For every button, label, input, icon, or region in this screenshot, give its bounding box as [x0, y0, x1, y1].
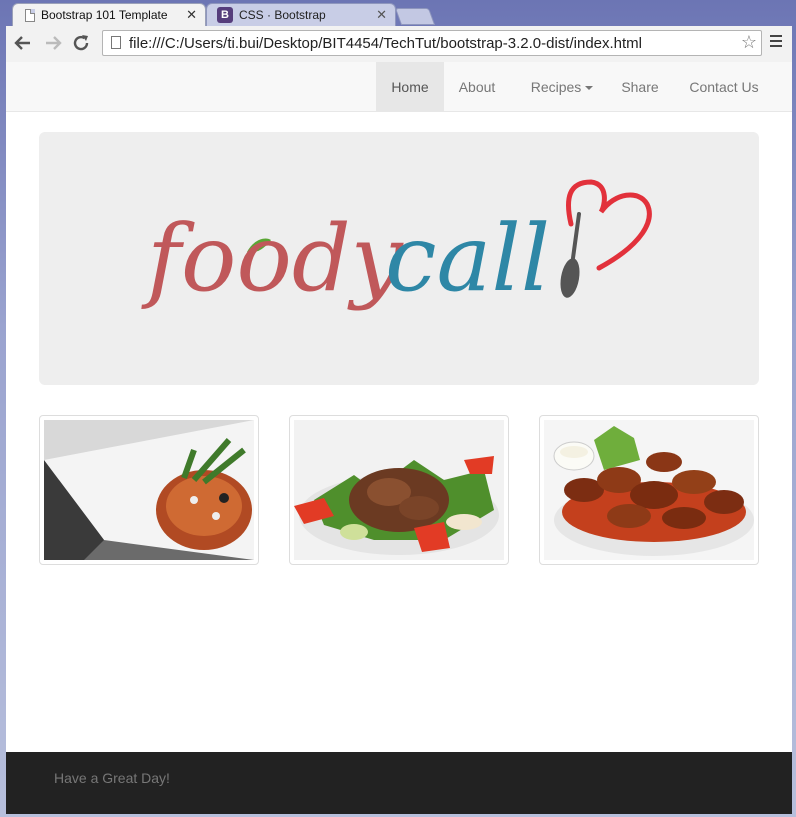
beef-salad-image — [294, 420, 504, 560]
logo-foody-text: foody — [141, 205, 404, 312]
url-text: file:///C:/Users/ti.bui/Desktop/BIT4454/… — [129, 35, 643, 52]
nav-label: Recipes — [530, 79, 582, 95]
thumbnail-chicken-wings[interactable] — [539, 415, 759, 565]
thumbnail-spaghetti[interactable] — [39, 415, 259, 565]
footer-text: Have a Great Day! — [54, 770, 170, 786]
browser-toolbar: file:///C:/Users/ti.bui/Desktop/BIT4454/… — [6, 26, 792, 63]
bootstrap-icon: B — [217, 7, 233, 23]
nav-label: Share — [621, 79, 659, 95]
address-bar[interactable]: file:///C:/Users/ti.bui/Desktop/BIT4454/… — [102, 30, 762, 56]
jumbotron: foody call — [39, 132, 759, 385]
nav-recipes-dropdown[interactable]: Recipes — [512, 62, 612, 112]
browser-window: Bootstrap 101 Template ✕ B CSS · Bootstr… — [0, 0, 796, 817]
bookmark-star-icon[interactable]: ☆ — [741, 32, 757, 53]
page-icon — [111, 36, 121, 49]
nav-label: Home — [391, 79, 429, 95]
spaghetti-image — [44, 420, 254, 560]
close-icon[interactable]: ✕ — [376, 7, 387, 23]
nav-home[interactable]: Home — [376, 62, 444, 112]
thumbnail-beef-salad[interactable] — [289, 415, 509, 565]
footer: Have a Great Day! — [6, 752, 792, 814]
nav-label: About — [458, 79, 496, 95]
heart-icon — [566, 179, 652, 271]
nav-share[interactable]: Share — [610, 62, 670, 112]
spoon-icon — [560, 258, 580, 298]
tab-title: CSS · Bootstrap — [239, 8, 326, 22]
foodycall-logo: foody call — [141, 179, 652, 312]
nav-label: Contact Us — [689, 79, 759, 95]
document-icon — [25, 8, 35, 22]
nav-contact-us[interactable]: Contact Us — [676, 62, 772, 112]
nav-about[interactable]: About — [446, 62, 508, 112]
forward-arrow-icon[interactable] — [42, 32, 64, 54]
new-tab-button[interactable] — [394, 8, 436, 25]
page-viewport: Home About Recipes Share Contact Us food… — [6, 62, 792, 814]
caret-down-icon — [585, 86, 594, 91]
menu-icon[interactable] — [770, 35, 782, 50]
close-icon[interactable]: ✕ — [186, 7, 197, 23]
tab-css-bootstrap[interactable]: B CSS · Bootstrap ✕ — [206, 3, 396, 26]
reload-icon[interactable] — [70, 32, 92, 54]
tab-bootstrap-template[interactable]: Bootstrap 101 Template ✕ — [12, 3, 206, 26]
logo-call-text: call — [385, 205, 550, 312]
tab-title: Bootstrap 101 Template — [41, 8, 168, 22]
chicken-wings-image — [544, 420, 754, 560]
back-arrow-icon[interactable] — [12, 32, 34, 54]
navbar: Home About Recipes Share Contact Us — [6, 62, 792, 112]
